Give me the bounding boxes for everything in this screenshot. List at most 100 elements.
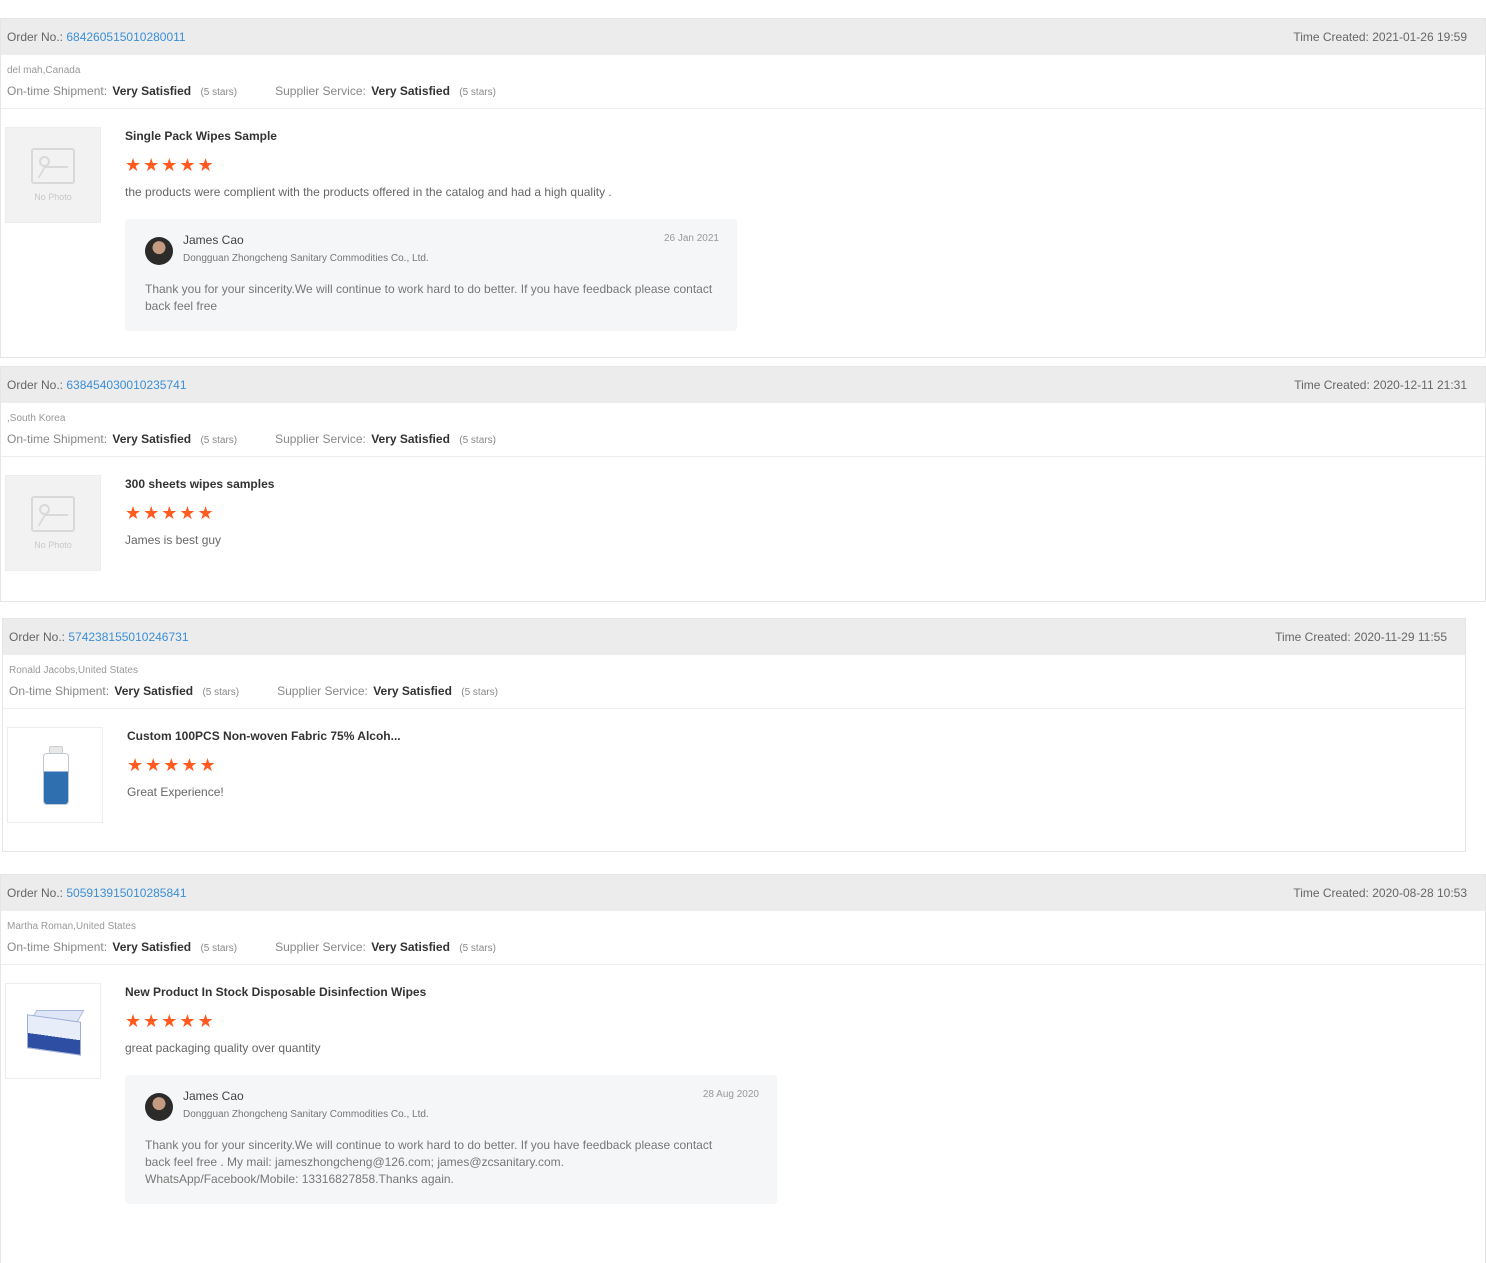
product-row: New Product In Stock Disposable Disinfec… bbox=[1, 965, 1485, 1220]
order-number-link[interactable]: 574238155010246731 bbox=[68, 630, 188, 644]
order-no-label: Order No.: bbox=[7, 886, 64, 900]
buyer-block: Ronald Jacobs,United States On-time Ship… bbox=[3, 655, 1465, 709]
shipment-rating-value: Very Satisfied bbox=[112, 432, 192, 446]
star-rating: ★★★★★ bbox=[127, 755, 218, 775]
order-no-label: Order No.: bbox=[7, 30, 64, 44]
supplier-reply: James Cao Dongguan Zhongcheng Sanitary C… bbox=[125, 219, 737, 331]
order-number-link[interactable]: 638454030010235741 bbox=[66, 378, 186, 392]
shipment-rating-label: On-time Shipment: bbox=[7, 940, 108, 954]
service-rating-value: Very Satisfied bbox=[371, 432, 450, 446]
order-number: Order No.: 638454030010235741 bbox=[7, 378, 187, 392]
reply-text-line: back feel free . My mail: jameszhongchen… bbox=[145, 1155, 564, 1169]
order-header: Order No.: 505913915010285841 Time Creat… bbox=[1, 875, 1485, 911]
reply-text-line: Thank you for your sincerity.We will con… bbox=[145, 282, 713, 296]
product-title[interactable]: 300 sheets wipes samples bbox=[125, 477, 1481, 491]
reply-text-line: back feel free bbox=[145, 299, 218, 313]
order-number-link[interactable]: 684260515010280011 bbox=[66, 30, 185, 44]
shipment-rating-label: On-time Shipment: bbox=[9, 684, 110, 698]
shipment-rating: On-time Shipment: Very Satisfied (5 star… bbox=[9, 684, 239, 698]
review-comment: great packaging quality over quantity bbox=[125, 1041, 321, 1055]
reply-text: Thank you for your sincerity.We will con… bbox=[145, 1137, 759, 1188]
ratings: On-time Shipment: Very Satisfied (5 star… bbox=[9, 684, 1459, 698]
service-rating: Supplier Service: Very Satisfied (5 star… bbox=[275, 940, 496, 954]
product-row: No Photo Single Pack Wipes Sample ★★★★★ … bbox=[1, 109, 1485, 347]
review-card: Order No.: 574238155010246731 Time Creat… bbox=[2, 618, 1466, 852]
service-rating-label: Supplier Service: bbox=[275, 940, 366, 954]
replier-company: Dongguan Zhongcheng Sanitary Commodities… bbox=[183, 1109, 429, 1120]
no-photo-icon bbox=[31, 148, 75, 184]
time-created-value: 2020-11-29 11:55 bbox=[1354, 630, 1447, 644]
shipment-rating: On-time Shipment: Very Satisfied (5 star… bbox=[7, 432, 237, 446]
reply-text-line: WhatsApp/Facebook/Mobile: 13316827858.Th… bbox=[145, 1172, 454, 1186]
product-thumbnail[interactable] bbox=[7, 727, 103, 823]
reply-text: Thank you for your sincerity.We will con… bbox=[145, 281, 719, 315]
time-created: Time Created: 2021-01-26 19:59 bbox=[1293, 30, 1467, 44]
shipment-rating-label: On-time Shipment: bbox=[7, 84, 108, 98]
ratings: On-time Shipment: Very Satisfied (5 star… bbox=[7, 940, 1479, 954]
order-number-link[interactable]: 505913915010285841 bbox=[66, 886, 186, 900]
buyer-block: Martha Roman,United States On-time Shipm… bbox=[1, 911, 1485, 965]
shipment-rating-label: On-time Shipment: bbox=[7, 432, 108, 446]
product-thumbnail[interactable]: No Photo bbox=[5, 127, 101, 223]
reply-date: 28 Aug 2020 bbox=[702, 1089, 759, 1100]
product-title[interactable]: New Product In Stock Disposable Disinfec… bbox=[125, 985, 1481, 999]
time-created-label: Time Created: bbox=[1293, 30, 1369, 44]
order-no-label: Order No.: bbox=[9, 630, 66, 644]
reply-meta: James Cao Dongguan Zhongcheng Sanitary C… bbox=[183, 233, 719, 264]
service-rating-label: Supplier Service: bbox=[275, 84, 366, 98]
order-number: Order No.: 574238155010246731 bbox=[9, 630, 189, 644]
star-rating: ★★★★★ bbox=[125, 503, 216, 523]
time-created-value: 2020-12-11 21:31 bbox=[1373, 378, 1467, 392]
product-thumbnail[interactable]: No Photo bbox=[5, 475, 101, 571]
review-card: Order No.: 638454030010235741 Time Creat… bbox=[0, 366, 1486, 602]
order-no-label: Order No.: bbox=[7, 378, 64, 392]
shipment-rating-value: Very Satisfied bbox=[114, 684, 194, 698]
service-stars-text: (5 stars) bbox=[459, 943, 496, 954]
reply-header: James Cao Dongguan Zhongcheng Sanitary C… bbox=[145, 233, 719, 265]
time-created-label: Time Created: bbox=[1293, 886, 1369, 900]
replier-company: Dongguan Zhongcheng Sanitary Commodities… bbox=[183, 253, 429, 264]
service-rating: Supplier Service: Very Satisfied (5 star… bbox=[277, 684, 498, 698]
buyer-name: ,South Korea bbox=[7, 413, 66, 424]
buyer-name: Martha Roman,United States bbox=[7, 921, 136, 932]
order-header: Order No.: 684260515010280011 Time Creat… bbox=[1, 19, 1485, 55]
shipment-stars-text: (5 stars) bbox=[200, 435, 238, 446]
product-thumbnail[interactable] bbox=[5, 983, 101, 1079]
service-rating: Supplier Service: Very Satisfied (5 star… bbox=[275, 84, 496, 98]
time-created: Time Created: 2020-08-28 10:53 bbox=[1293, 886, 1467, 900]
ratings: On-time Shipment: Very Satisfied (5 star… bbox=[7, 432, 1479, 446]
star-rating: ★★★★★ bbox=[125, 1011, 216, 1031]
wipes-bottle-image bbox=[43, 746, 69, 805]
product-row: No Photo 300 sheets wipes samples ★★★★★ … bbox=[1, 457, 1485, 587]
ratings: On-time Shipment: Very Satisfied (5 star… bbox=[7, 84, 1479, 98]
review-card: Order No.: 505913915010285841 Time Creat… bbox=[0, 874, 1486, 1263]
replier-name: James Cao bbox=[183, 233, 244, 247]
service-rating: Supplier Service: Very Satisfied (5 star… bbox=[275, 432, 496, 446]
review-comment: the products were complient with the pro… bbox=[125, 185, 612, 199]
time-created-value: 2020-08-28 10:53 bbox=[1372, 886, 1467, 900]
order-header: Order No.: 574238155010246731 Time Creat… bbox=[3, 619, 1465, 655]
product-title[interactable]: Custom 100PCS Non-woven Fabric 75% Alcoh… bbox=[127, 729, 1461, 743]
order-header: Order No.: 638454030010235741 Time Creat… bbox=[1, 367, 1485, 403]
service-rating-value: Very Satisfied bbox=[371, 940, 450, 954]
avatar bbox=[145, 237, 173, 265]
service-rating-label: Supplier Service: bbox=[277, 684, 368, 698]
service-stars-text: (5 stars) bbox=[461, 687, 498, 698]
reply-header: James Cao Dongguan Zhongcheng Sanitary C… bbox=[145, 1089, 759, 1121]
reply-text-line: Thank you for your sincerity.We will con… bbox=[145, 1138, 713, 1152]
product-row: Custom 100PCS Non-woven Fabric 75% Alcoh… bbox=[3, 709, 1465, 839]
review-comment: James is best guy bbox=[125, 533, 222, 547]
buyer-name: del mah,Canada bbox=[7, 65, 81, 76]
shipment-rating-value: Very Satisfied bbox=[112, 84, 192, 98]
time-created-label: Time Created: bbox=[1294, 378, 1370, 392]
service-rating-value: Very Satisfied bbox=[373, 684, 452, 698]
shipment-rating-value: Very Satisfied bbox=[112, 940, 192, 954]
time-created: Time Created: 2020-11-29 11:55 bbox=[1275, 630, 1447, 644]
service-rating-value: Very Satisfied bbox=[371, 84, 450, 98]
time-created-value: 2021-01-26 19:59 bbox=[1372, 30, 1467, 44]
no-photo-text: No Photo bbox=[34, 540, 72, 550]
product-title[interactable]: Single Pack Wipes Sample bbox=[125, 129, 1481, 143]
star-rating: ★★★★★ bbox=[125, 155, 216, 175]
order-number: Order No.: 684260515010280011 bbox=[7, 30, 186, 44]
avatar bbox=[145, 1093, 173, 1121]
